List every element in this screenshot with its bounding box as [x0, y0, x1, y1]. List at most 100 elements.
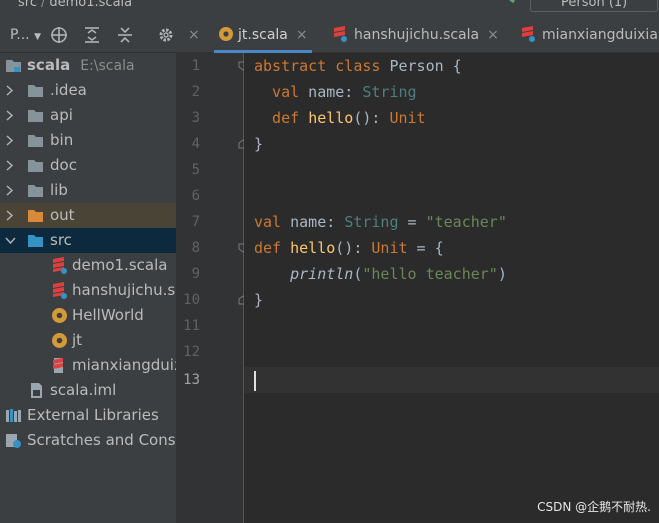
tabs-close-icon[interactable]: × [188, 18, 200, 53]
tree-item-hellworld[interactable]: HellWorld [0, 303, 176, 328]
type-name: String [362, 83, 417, 101]
keyword: def [254, 109, 300, 127]
tree-item-scala-iml[interactable]: scala.iml [0, 378, 176, 403]
scratches-icon [6, 434, 21, 448]
iml-file-icon [31, 383, 42, 398]
folder-icon [28, 110, 43, 122]
library-icon [6, 409, 21, 422]
string-literal: "hello teacher" [362, 265, 498, 283]
locate-target-icon[interactable] [50, 26, 68, 44]
code-text: (): [335, 239, 372, 257]
breadcrumb-separator: / [40, 0, 46, 10]
tab-label: jt.scala [238, 27, 288, 43]
source-folder-icon [28, 235, 43, 247]
line-number: 2 [191, 84, 200, 100]
tree-item-src[interactable]: src [0, 228, 176, 253]
code-editor[interactable]: abstract class Person { val name: String… [244, 53, 659, 523]
expand-all-icon[interactable] [83, 26, 101, 44]
line-number: 5 [191, 162, 200, 178]
keyword: abstract class [254, 57, 381, 75]
folder-icon [28, 185, 43, 197]
build-hammer-icon[interactable] [502, 0, 516, 4]
project-view-label: P... [10, 27, 30, 43]
tree-item-lib[interactable]: lib [0, 178, 176, 203]
code-text: Person { [380, 57, 462, 75]
tab-label: hanshujichu.scala [354, 27, 480, 43]
breadcrumb-src[interactable]: src [18, 0, 37, 10]
tab-jt-scala[interactable]: jt.scala × [214, 18, 312, 53]
folder-icon [28, 135, 43, 147]
chevron-right-icon[interactable] [4, 203, 16, 228]
code-line-10: } [254, 287, 659, 313]
code-text: ) [497, 265, 507, 283]
line-number-current: 13 [183, 372, 200, 388]
tree-item-label: scala.iml [50, 381, 117, 399]
breadcrumb-file[interactable]: demo1.scala [49, 0, 132, 10]
chevron-right-icon[interactable] [4, 153, 16, 178]
function-call: println [290, 265, 354, 283]
run-configuration-selector[interactable]: Person (1) [530, 0, 658, 12]
tab-label: mianxiangduixia [542, 27, 658, 43]
type-name: Unit [389, 109, 426, 127]
scala-file-icon [522, 26, 535, 42]
type-name: Unit [371, 239, 408, 257]
tree-item-label: mianxiangduix [72, 356, 176, 374]
code-line-4: } [254, 131, 659, 157]
code-text: name: [281, 213, 345, 231]
tree-item-mianxiangduixiang[interactable]: mianxiangduix [0, 353, 176, 378]
tree-item-label: Scratches and Consc [27, 431, 176, 449]
tree-item-label: .idea [50, 81, 87, 99]
tree-item-label: lib [50, 181, 68, 199]
line-number: 10 [183, 292, 200, 308]
line-number: 3 [191, 110, 200, 126]
tab-hanshujichu-scala[interactable]: hanshujichu.scala × [332, 18, 499, 53]
code-text: } [254, 135, 264, 153]
excluded-folder-icon [28, 210, 43, 222]
tree-item-label: HellWorld [72, 306, 144, 324]
tree-item-label: bin [50, 131, 74, 149]
tree-item-scala-root[interactable]: scala E:\scala [0, 53, 176, 78]
scala-file-icon [53, 257, 67, 274]
chevron-down-icon[interactable] [4, 228, 16, 253]
function-name: hello [290, 239, 336, 257]
watermark: CSDN @企鹅不耐热. [537, 500, 651, 514]
close-icon[interactable]: × [487, 27, 499, 43]
tree-item-hanshujichu[interactable]: hanshujichu.sc [0, 278, 176, 303]
navigation-bar: src / demo1.scala Person (1) [0, 0, 659, 18]
function-name: hello [308, 109, 354, 127]
code-line-7: val name: String = "teacher" [254, 209, 659, 235]
line-number: 11 [183, 318, 200, 334]
tree-item-jt[interactable]: jt [0, 328, 176, 353]
folder-icon [28, 160, 43, 172]
project-view-dropdown[interactable]: P... ▼ [10, 27, 41, 43]
project-name: scala [27, 56, 71, 74]
chevron-right-icon[interactable] [4, 178, 16, 203]
tree-item-doc[interactable]: doc [0, 153, 176, 178]
code-line-3: def hello(): Unit [254, 105, 659, 131]
tree-item-label: api [50, 106, 73, 124]
chevron-right-icon[interactable] [4, 78, 16, 103]
close-icon[interactable]: × [296, 27, 308, 43]
line-number: 4 [191, 136, 200, 152]
tree-item-label: out [50, 206, 75, 224]
folder-icon [28, 85, 43, 97]
tree-item-api[interactable]: api [0, 103, 176, 128]
line-number: 9 [191, 266, 200, 282]
tree-item-external-libraries[interactable]: External Libraries [0, 403, 176, 428]
code-line-8: def hello(): Unit = { [254, 235, 659, 261]
tree-item-demo1-scala[interactable]: demo1.scala [0, 253, 176, 278]
collapse-all-icon[interactable] [116, 26, 134, 44]
run-configuration-label: Person (1) [561, 0, 628, 10]
tab-mianxiangduixiang[interactable]: mianxiangduixia [520, 18, 658, 53]
chevron-right-icon[interactable] [4, 103, 16, 128]
tree-item-bin[interactable]: bin [0, 128, 176, 153]
tree-item-idea[interactable]: .idea [0, 78, 176, 103]
chevron-right-icon[interactable] [4, 128, 16, 153]
tree-item-out[interactable]: out [0, 203, 176, 228]
line-number: 12 [183, 344, 200, 360]
line-number: 7 [191, 214, 200, 230]
gear-icon[interactable] [157, 26, 175, 44]
tree-item-scratches[interactable]: Scratches and Consc [0, 428, 176, 453]
